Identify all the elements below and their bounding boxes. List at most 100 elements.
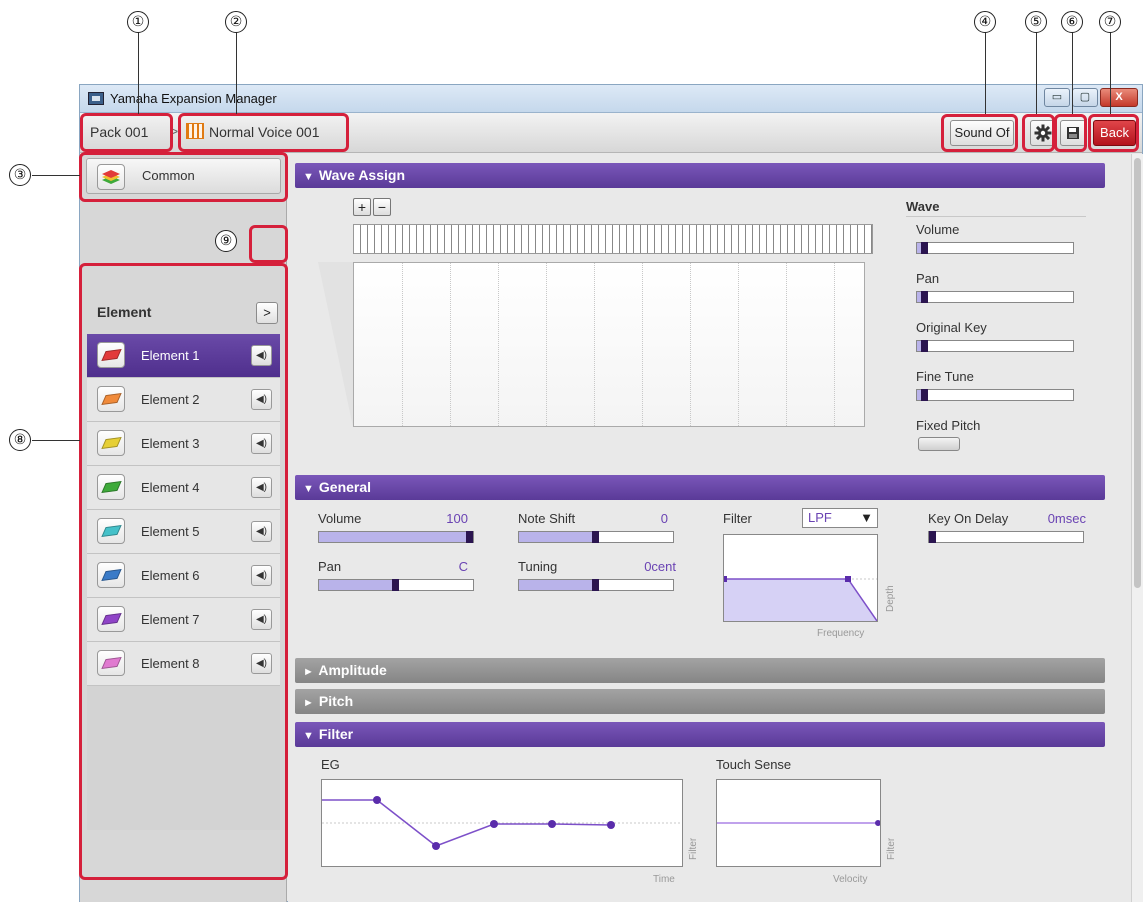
element-diamond-icon	[97, 430, 125, 456]
window-title: Yamaha Expansion Manager	[110, 91, 277, 106]
wave-param-slider[interactable]	[916, 242, 1074, 254]
callout-line-6	[1072, 32, 1074, 114]
screenshot-stage: Yamaha Expansion Manager ▭ ▢ X Pack 001 …	[0, 0, 1148, 904]
keyboard-icon	[186, 123, 204, 139]
slider-knob[interactable]	[921, 340, 928, 352]
speaker-icon[interactable]: ◀)	[251, 477, 272, 498]
speaker-icon[interactable]: ◀)	[251, 521, 272, 542]
close-button[interactable]: X	[1100, 88, 1138, 107]
section-title: Pitch	[318, 693, 354, 709]
slider-knob[interactable]	[921, 242, 928, 254]
section-header-wave-assign[interactable]: ▼ Wave Assign	[295, 163, 1105, 188]
tuning-slider[interactable]	[518, 579, 674, 591]
element-row[interactable]: Element 1 ◀)	[87, 334, 280, 378]
slider-fill	[319, 532, 473, 542]
gear-icon	[1034, 124, 1052, 142]
touch-sense-chart[interactable]	[716, 779, 881, 867]
wave-heading: Wave	[906, 199, 940, 214]
breadcrumb-voice[interactable]: Normal Voice 001	[209, 124, 320, 140]
wave-heading-rule	[906, 216, 1086, 217]
grid-line	[498, 263, 499, 426]
section-header-collapsed[interactable]: ► Pitch	[295, 689, 1105, 714]
slider-knob[interactable]	[592, 531, 599, 543]
filter-type-select[interactable]: LPF ▼	[802, 508, 878, 528]
left-panel: Common Element > Element 1 ◀) Element 2 ◀) E…	[80, 154, 287, 902]
toolbar: Pack 001 > Normal Voice 001 Sound Of Bac…	[80, 113, 1142, 153]
wave-param-slider[interactable]	[916, 340, 1074, 352]
back-button[interactable]: Back	[1093, 120, 1136, 146]
diamond-shape	[101, 569, 122, 581]
element-row[interactable]: Element 8 ◀)	[87, 642, 280, 686]
speaker-icon[interactable]: ◀)	[251, 565, 272, 586]
main-editor: ▼ Wave Assign + − Wave Volume Pan Original…	[288, 154, 1131, 902]
speaker-icon[interactable]: ◀)	[251, 433, 272, 454]
wave-param-label: Original Key	[916, 320, 987, 335]
grid-line	[450, 263, 451, 426]
wave-param-slider[interactable]	[916, 291, 1074, 303]
vertical-scrollbar[interactable]	[1131, 154, 1143, 902]
fixed-pitch-toggle[interactable]	[918, 437, 960, 451]
callout-line-5	[1036, 32, 1038, 114]
slider-knob[interactable]	[466, 531, 473, 543]
volume-slider[interactable]	[318, 531, 474, 543]
section-title: General	[318, 479, 372, 495]
section-title: Amplitude	[318, 662, 387, 678]
maximize-button[interactable]: ▢	[1072, 88, 1098, 107]
callout-line-8	[32, 440, 80, 442]
speaker-icon[interactable]: ◀)	[251, 653, 272, 674]
wave-assign-grid[interactable]	[353, 262, 865, 427]
speaker-icon[interactable]: ◀)	[251, 609, 272, 630]
touch-sense-label: Touch Sense	[716, 757, 792, 772]
filter-label: Filter	[723, 511, 752, 526]
element-label: Element 4	[141, 480, 200, 495]
filter-chart[interactable]	[721, 534, 878, 622]
slider-knob[interactable]	[929, 531, 936, 543]
element-diamond-icon	[97, 386, 125, 412]
section-header-filter[interactable]: ▼ Filter	[295, 722, 1105, 747]
common-button[interactable]: Common	[86, 158, 281, 194]
breadcrumb-separator: >	[170, 123, 179, 139]
wave-param-label: Pan	[916, 271, 940, 286]
element-row[interactable]: Element 2 ◀)	[87, 378, 280, 422]
element-label: Element 5	[141, 524, 200, 539]
grid-line	[546, 263, 547, 426]
speaker-icon[interactable]: ◀)	[251, 389, 272, 410]
element-label: Element 1	[141, 348, 200, 363]
keyboard-strip[interactable]	[353, 224, 873, 254]
element-row[interactable]: Element 4 ◀)	[87, 466, 280, 510]
scrollbar-thumb[interactable]	[1134, 158, 1141, 588]
common-label: Common	[142, 168, 195, 183]
eg-chart[interactable]	[321, 779, 683, 867]
wave-param-slider[interactable]	[916, 389, 1074, 401]
wave-param-label: Volume	[916, 222, 960, 237]
callout-8: ⑧	[9, 429, 31, 451]
pan-slider[interactable]	[318, 579, 474, 591]
note-shift-slider[interactable]	[518, 531, 674, 543]
floppy-icon	[1067, 127, 1079, 139]
save-button[interactable]	[1060, 120, 1086, 146]
section-header-general[interactable]: ▼ General	[295, 475, 1105, 500]
zoom-in-button[interactable]: +	[353, 198, 371, 216]
speaker-icon[interactable]: ◀)	[251, 345, 272, 366]
element-row[interactable]: Element 5 ◀)	[87, 510, 280, 554]
sound-off-button[interactable]: Sound Of	[950, 120, 1014, 146]
breadcrumb-pack[interactable]: Pack 001	[90, 124, 148, 140]
expand-panel-button[interactable]: >	[256, 302, 278, 324]
callout-1: ①	[127, 11, 149, 33]
section-header-collapsed[interactable]: ► Amplitude	[295, 658, 1105, 683]
element-row[interactable]: Element 6 ◀)	[87, 554, 280, 598]
title-bar[interactable]: Yamaha Expansion Manager ▭ ▢ X	[80, 85, 1142, 113]
dropdown-arrow-icon: ▼	[860, 510, 873, 525]
element-row[interactable]: Element 3 ◀)	[87, 422, 280, 466]
slider-knob[interactable]	[921, 389, 928, 401]
slider-knob[interactable]	[921, 291, 928, 303]
element-row[interactable]: Element 7 ◀)	[87, 598, 280, 642]
minimize-button[interactable]: ▭	[1044, 88, 1070, 107]
settings-button[interactable]	[1030, 120, 1056, 146]
slider-knob[interactable]	[592, 579, 599, 591]
key-on-delay-slider[interactable]	[928, 531, 1084, 543]
diamond-shape	[101, 613, 122, 625]
zoom-out-button[interactable]: −	[373, 198, 391, 216]
slider-knob[interactable]	[392, 579, 399, 591]
element-label: Element 7	[141, 612, 200, 627]
